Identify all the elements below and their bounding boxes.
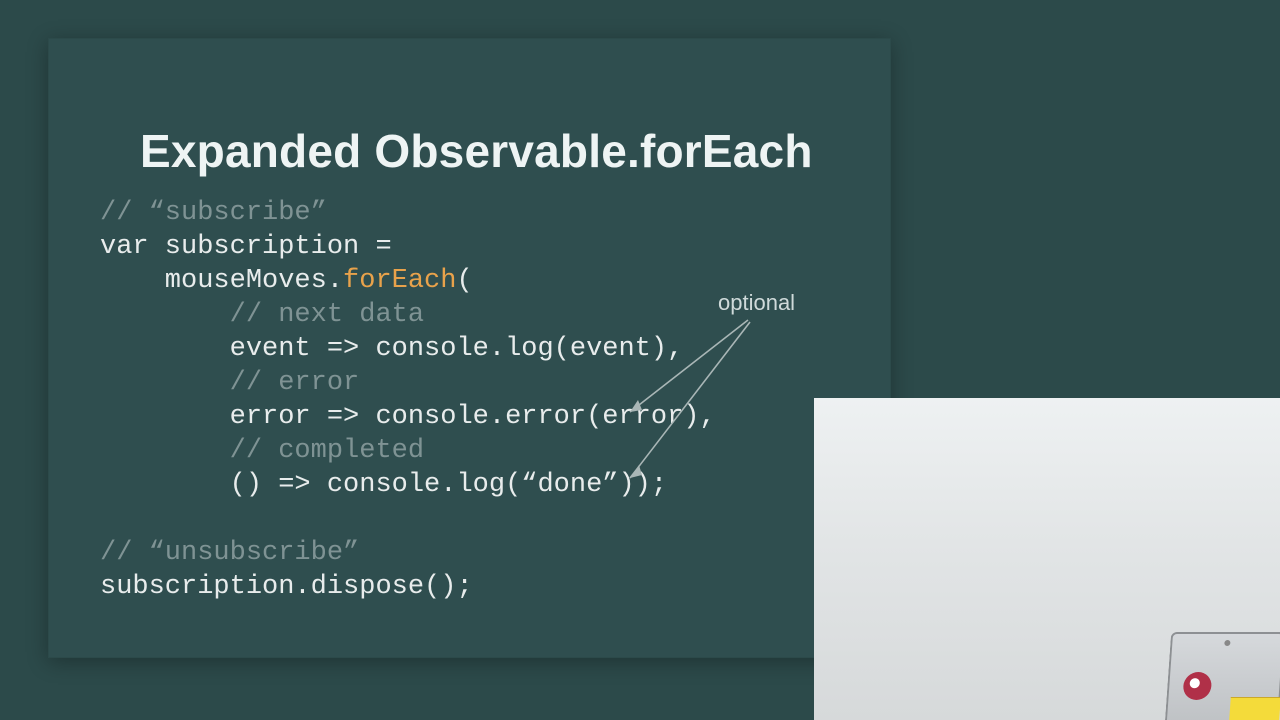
code-line-call-post: ( — [456, 266, 472, 296]
slide-title: Expanded Observable.forEach — [140, 124, 813, 178]
code-line-done: () => console.log(“done”)); — [100, 470, 667, 500]
code-comment-next: // next data — [100, 300, 424, 330]
code-line-var: var subscription = — [100, 232, 392, 262]
code-line-error: error => console.error(error), — [100, 402, 716, 432]
code-line-dispose: subscription.dispose(); — [100, 572, 473, 602]
code-line-call-pre: mouseMoves. — [100, 266, 343, 296]
code-line-next: event => console.log(event), — [100, 334, 683, 364]
laptop-sticker-icon — [1182, 672, 1212, 700]
code-comment-completed: // completed — [100, 436, 424, 466]
code-comment-unsubscribe: // “unsubscribe” — [100, 538, 359, 568]
presentation-slide: Expanded Observable.forEach // “subscrib… — [48, 38, 891, 658]
presenter-camera-inset — [814, 398, 1280, 720]
code-method-forEach: forEach — [343, 266, 456, 296]
code-comment-error: // error — [100, 368, 359, 398]
code-block: // “subscribe” var subscription = mouseM… — [100, 196, 716, 604]
annotation-optional-label: optional — [718, 290, 795, 316]
code-comment-subscribe: // “subscribe” — [100, 198, 327, 228]
video-frame: Expanded Observable.forEach // “subscrib… — [0, 0, 1280, 720]
sticky-note-icon — [1229, 697, 1280, 720]
